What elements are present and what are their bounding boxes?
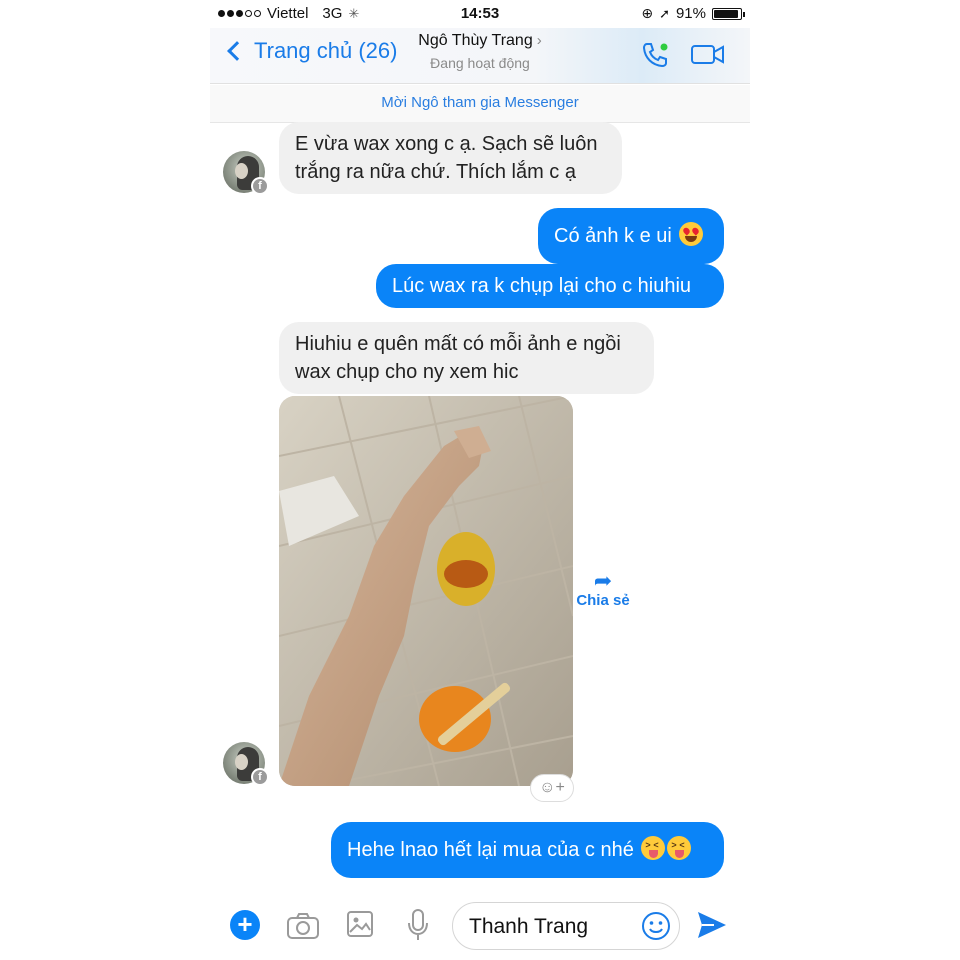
message-text: Lúc wax ra k chụp lại cho c hiuhiu bbox=[392, 275, 692, 297]
share-arrow-icon: ➦ bbox=[593, 568, 613, 593]
message-bubble-outgoing[interactable]: Lúc wax ra k chụp lại cho c hiuhiu bbox=[376, 264, 724, 308]
message-line: trắng ra nữa chứ. Thích lắm c ạ bbox=[295, 161, 576, 183]
contact-header[interactable]: Ngô Thùy Trang › Đang hoạt động bbox=[400, 32, 560, 71]
send-icon[interactable] bbox=[696, 910, 728, 945]
image-icon[interactable] bbox=[346, 910, 374, 943]
video-call-icon[interactable] bbox=[690, 42, 726, 73]
message-bubble-incoming[interactable]: E vừa wax xong c ạ. Sạch sẽ luôn trắng r… bbox=[279, 122, 622, 194]
message-line: Hiuhiu e quên mất có mỗi ảnh e ngồi bbox=[295, 333, 621, 355]
message-line: E vừa wax xong c ạ. Sạch sẽ luôn bbox=[295, 133, 598, 155]
message-line: wax chụp cho ny xem hic bbox=[295, 361, 519, 383]
messenger-screen: Viettel 3G ✳ 14:53 ⊕ ➚ 91% Trang chủ (26… bbox=[210, 0, 750, 960]
contact-avatar[interactable]: f bbox=[223, 151, 269, 195]
message-input[interactable]: Thanh Trang bbox=[452, 902, 680, 950]
chevron-right-icon: › bbox=[536, 32, 542, 49]
photo-message[interactable] bbox=[279, 396, 573, 786]
back-label: Trang chủ (26) bbox=[254, 38, 398, 63]
contact-avatar[interactable]: f bbox=[223, 742, 269, 786]
chevron-left-icon bbox=[227, 41, 247, 61]
microphone-icon[interactable] bbox=[406, 908, 430, 947]
voice-call-icon[interactable] bbox=[640, 40, 670, 75]
squinting-tongue-emoji-icon: > < bbox=[641, 836, 666, 860]
back-button[interactable]: Trang chủ (26) bbox=[224, 38, 397, 64]
message-bubble-outgoing[interactable]: Hehe lnao hết lại mua của c nhé > < > < bbox=[331, 822, 724, 878]
share-label: Chia sẻ bbox=[576, 592, 630, 609]
invite-to-messenger-link[interactable]: Mời Ngô tham gia Messenger bbox=[210, 85, 750, 123]
message-bubble-outgoing[interactable]: Có ảnh k e ui bbox=[538, 208, 724, 264]
message-text: Hehe lnao hết lại mua của c nhé bbox=[347, 839, 634, 861]
emoji-icon[interactable] bbox=[641, 911, 671, 946]
orientation-lock-icon: ⊕ bbox=[641, 5, 654, 21]
facebook-icon: f bbox=[251, 768, 269, 786]
contact-name: Ngô Thùy Trang bbox=[418, 32, 533, 49]
message-composer: + Thanh Trang bbox=[210, 890, 750, 960]
status-bar: Viettel 3G ✳ 14:53 ⊕ ➚ 91% bbox=[210, 0, 750, 28]
message-input-value: Thanh Trang bbox=[469, 915, 589, 938]
message-bubble-incoming[interactable]: Hiuhiu e quên mất có mỗi ảnh e ngồi wax … bbox=[279, 322, 654, 394]
location-arrow-icon: ➚ bbox=[659, 5, 670, 21]
squinting-tongue-emoji-icon: > < bbox=[667, 836, 692, 860]
battery-percent: 91% bbox=[675, 5, 706, 22]
add-reaction-button[interactable]: ☺+ bbox=[530, 774, 574, 802]
contact-status: Đang hoạt động bbox=[430, 55, 530, 71]
facebook-icon: f bbox=[251, 177, 269, 195]
heart-eyes-emoji-icon bbox=[679, 222, 704, 246]
battery-icon bbox=[712, 7, 745, 20]
plus-icon[interactable]: + bbox=[230, 910, 260, 940]
camera-icon[interactable] bbox=[286, 912, 320, 945]
share-button[interactable]: ➦ Chia sẻ bbox=[573, 568, 633, 610]
conversation-header: Trang chủ (26) Ngô Thùy Trang › Đang hoạt… bbox=[210, 28, 750, 84]
message-text: Có ảnh k e ui bbox=[554, 225, 672, 247]
